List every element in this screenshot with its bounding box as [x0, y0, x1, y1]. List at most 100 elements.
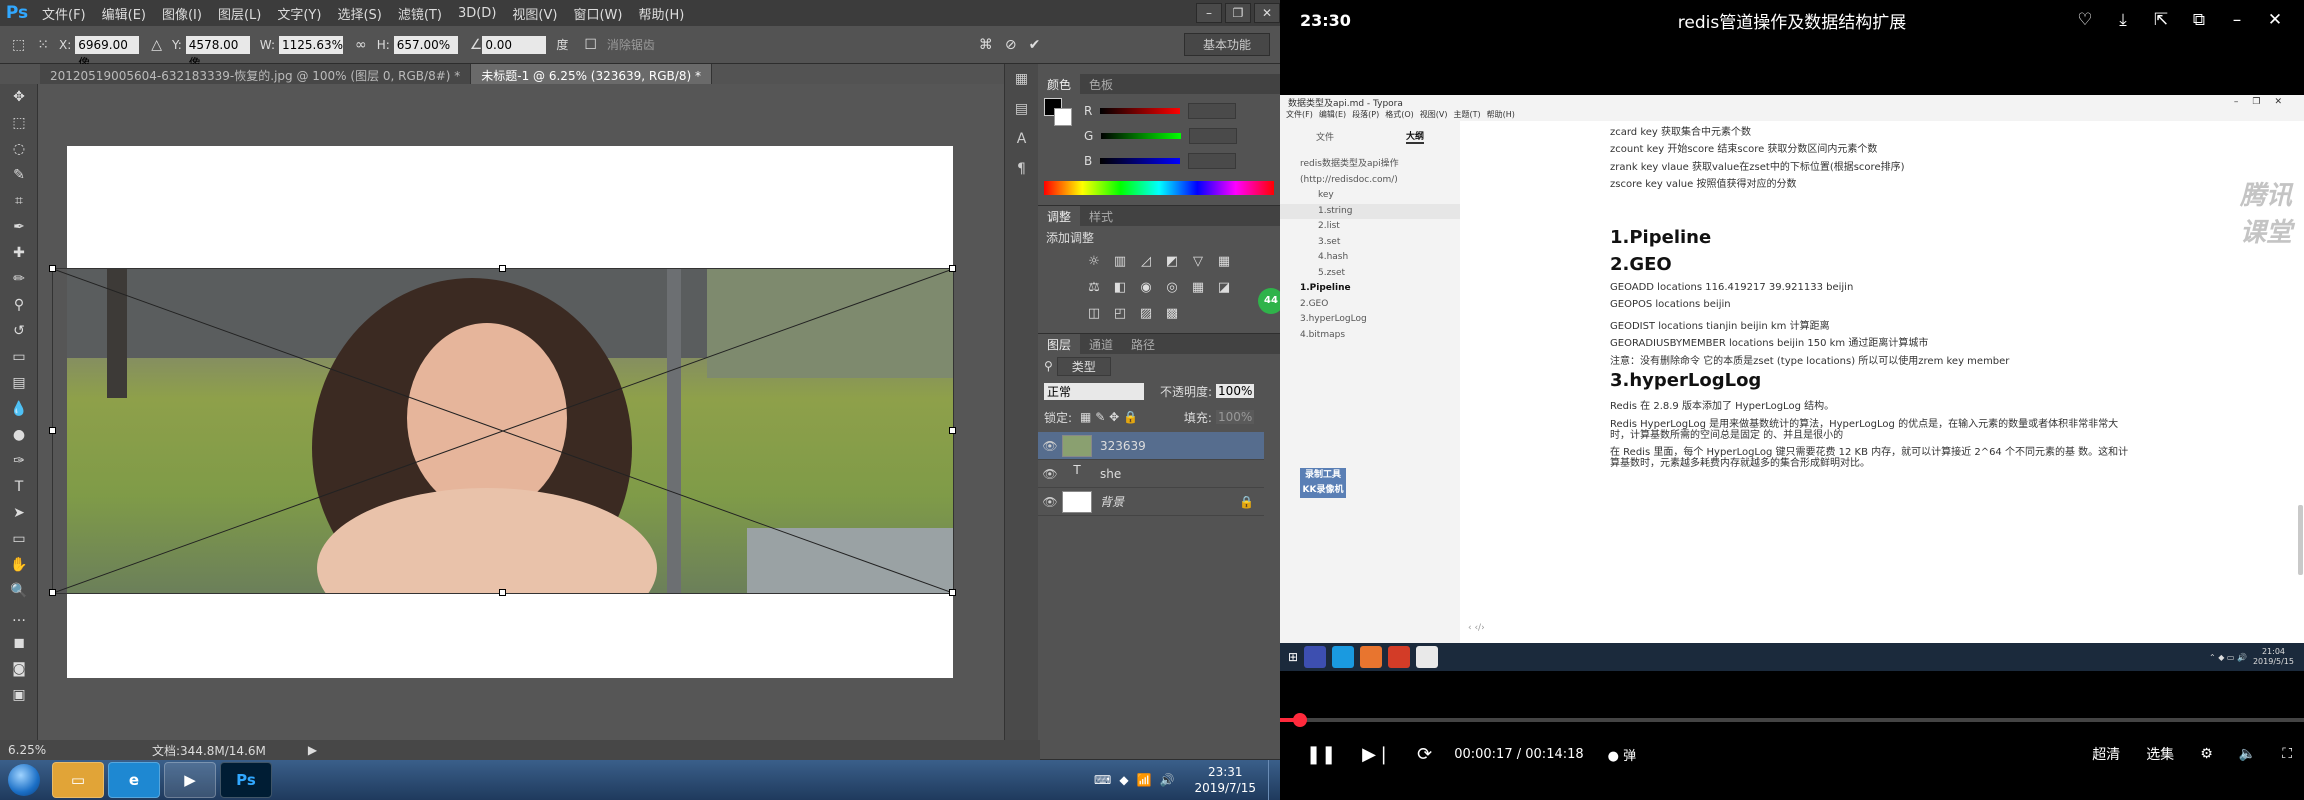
- outline-item[interactable]: 3.hyperLogLog: [1280, 312, 1460, 328]
- type-tool-icon[interactable]: T: [0, 474, 38, 500]
- media-player-icon[interactable]: ▶: [164, 762, 216, 798]
- posterize-icon[interactable]: ◫: [1084, 304, 1104, 324]
- handle-left[interactable]: [49, 427, 56, 434]
- g-field[interactable]: [1189, 127, 1238, 144]
- tab-color[interactable]: 颜色: [1038, 74, 1081, 94]
- transform-tool-icon[interactable]: ⬚: [12, 37, 25, 53]
- gradient-tool-icon[interactable]: ▤: [0, 370, 38, 396]
- zoom-tool-icon[interactable]: 🔍: [0, 578, 38, 604]
- taskbar-ps[interactable]: Ps: [220, 762, 272, 798]
- selective-color-icon[interactable]: ▩: [1162, 304, 1182, 324]
- close-icon[interactable]: ✕: [1254, 3, 1280, 23]
- paragraph-icon[interactable]: ¶: [1005, 154, 1038, 184]
- typora-menu-file[interactable]: 文件(F): [1286, 109, 1313, 121]
- warp-icon[interactable]: ⌘: [979, 37, 993, 53]
- restore-icon[interactable]: ❐: [1225, 3, 1251, 23]
- outline-item[interactable]: 5.zset: [1280, 266, 1460, 282]
- pen-tool-icon[interactable]: ✑: [0, 448, 38, 474]
- favorite-icon[interactable]: ♡: [2066, 10, 2104, 30]
- hand-tool-icon[interactable]: ✋: [0, 552, 38, 578]
- marquee-tool-icon[interactable]: ⬚: [0, 110, 38, 136]
- r-field[interactable]: [1188, 102, 1237, 119]
- outline-item[interactable]: 2.GEO: [1280, 297, 1460, 313]
- outline-item[interactable]: 4.bitmaps: [1280, 328, 1460, 344]
- tab-document-1[interactable]: 20120519005604-632183339-恢复的.jpg @ 100% …: [40, 64, 472, 84]
- tray-app-icon[interactable]: ◆: [1119, 773, 1128, 787]
- exposure-icon[interactable]: ◩: [1162, 252, 1182, 272]
- screen-mode-icon[interactable]: ▣: [0, 682, 38, 708]
- blend-mode-select[interactable]: 正常: [1044, 382, 1144, 400]
- stamp-tool-icon[interactable]: ⚲: [0, 292, 38, 318]
- tab-layers[interactable]: 图层: [1038, 334, 1081, 354]
- outline-item[interactable]: 3.set: [1280, 235, 1460, 251]
- minimize-icon[interactable]: –: [1196, 3, 1222, 23]
- layer-row[interactable]: 👁 323639: [1038, 432, 1264, 460]
- outline-item[interactable]: 4.hash: [1280, 250, 1460, 266]
- menu-help[interactable]: 帮助(H): [630, 4, 692, 23]
- pip-icon[interactable]: ⧉: [2180, 10, 2218, 30]
- b-field[interactable]: [1188, 152, 1237, 169]
- handle-top-left[interactable]: [49, 265, 56, 272]
- typora-menu-help[interactable]: 帮助(H): [1487, 109, 1515, 121]
- share-icon[interactable]: ⇱: [2142, 10, 2180, 30]
- menu-window[interactable]: 窗口(W): [565, 4, 630, 23]
- threshold-icon[interactable]: ◰: [1110, 304, 1130, 324]
- eye-icon[interactable]: 👁: [1038, 439, 1062, 453]
- character-icon[interactable]: A: [1005, 124, 1038, 154]
- move-tool-icon[interactable]: ✥: [0, 84, 38, 110]
- gradient-map-icon[interactable]: ▨: [1136, 304, 1156, 324]
- typora-menu-edit[interactable]: 编辑(E): [1319, 109, 1346, 121]
- badge-counter[interactable]: 44: [1258, 288, 1280, 314]
- quality-button[interactable]: 超清: [2092, 744, 2120, 764]
- menu-file[interactable]: 文件(F): [34, 4, 94, 23]
- outline-item[interactable]: redis数据类型及api操作: [1280, 157, 1460, 173]
- quick-mask-icon[interactable]: ◙: [0, 656, 38, 682]
- clock[interactable]: 23:31 2019/7/15: [1194, 764, 1256, 796]
- fill-field[interactable]: 100%: [1215, 410, 1254, 424]
- handle-right[interactable]: [949, 427, 956, 434]
- minimize-icon[interactable]: –: [2218, 10, 2256, 30]
- bw-icon[interactable]: ◧: [1110, 278, 1130, 298]
- status-arrow-icon[interactable]: ▶: [308, 743, 317, 757]
- color-swatches-icon[interactable]: ◼: [0, 630, 38, 656]
- eye-icon[interactable]: 👁: [1038, 467, 1062, 481]
- menu-view[interactable]: 视图(V): [504, 4, 565, 23]
- menu-select[interactable]: 选择(S): [329, 4, 389, 23]
- commit-transform-icon[interactable]: ✔: [1029, 37, 1041, 53]
- menu-3d[interactable]: 3D(D): [450, 6, 504, 21]
- next-icon[interactable]: ▶❘: [1362, 744, 1391, 765]
- menu-filter[interactable]: 滤镜(T): [390, 4, 450, 23]
- healing-tool-icon[interactable]: ✚: [0, 240, 38, 266]
- path-select-tool-icon[interactable]: ➤: [0, 500, 38, 526]
- h-field[interactable]: 657.00%: [393, 35, 458, 54]
- x-field[interactable]: 6969.00 像: [75, 35, 140, 70]
- r-slider[interactable]: [1100, 107, 1181, 114]
- invert-icon[interactable]: ◪: [1214, 278, 1234, 298]
- menu-image[interactable]: 图像(I): [154, 4, 210, 23]
- volume-icon[interactable]: 🔊: [1160, 773, 1175, 787]
- episodes-button[interactable]: 选集: [2146, 744, 2174, 764]
- handle-top[interactable]: [499, 265, 506, 272]
- brightness-icon[interactable]: ☼: [1084, 252, 1104, 272]
- tab-adjustments[interactable]: 调整: [1038, 206, 1081, 226]
- progress-knob[interactable]: [1293, 713, 1308, 727]
- zoom-level[interactable]: 6.25%: [8, 743, 88, 757]
- source-toggle-icon[interactable]: ‹ ‹/›: [1468, 623, 1485, 633]
- explorer-icon[interactable]: ▭: [52, 762, 104, 798]
- tab-swatches[interactable]: 色板: [1080, 74, 1122, 94]
- free-transform-box[interactable]: [49, 265, 956, 596]
- menu-edit[interactable]: 编辑(E): [94, 4, 154, 23]
- antialias-checkbox[interactable]: ☐: [584, 37, 597, 53]
- balance-icon[interactable]: ⚖: [1084, 278, 1104, 298]
- photo-filter-icon[interactable]: ◉: [1136, 278, 1156, 298]
- blur-tool-icon[interactable]: 💧: [0, 396, 38, 422]
- volume-icon[interactable]: 🔈: [2239, 746, 2256, 762]
- handle-bottom[interactable]: [499, 589, 506, 596]
- outline-item[interactable]: 2.list: [1280, 219, 1460, 235]
- kind-filter-select[interactable]: 类型: [1056, 356, 1111, 376]
- vibrance-icon[interactable]: ▽: [1188, 252, 1208, 272]
- color-spectrum[interactable]: [1044, 181, 1274, 195]
- eraser-tool-icon[interactable]: ▭: [0, 344, 38, 370]
- typora-menu-theme[interactable]: 主题(T): [1453, 109, 1480, 121]
- settings-icon[interactable]: ⚙: [2200, 746, 2213, 762]
